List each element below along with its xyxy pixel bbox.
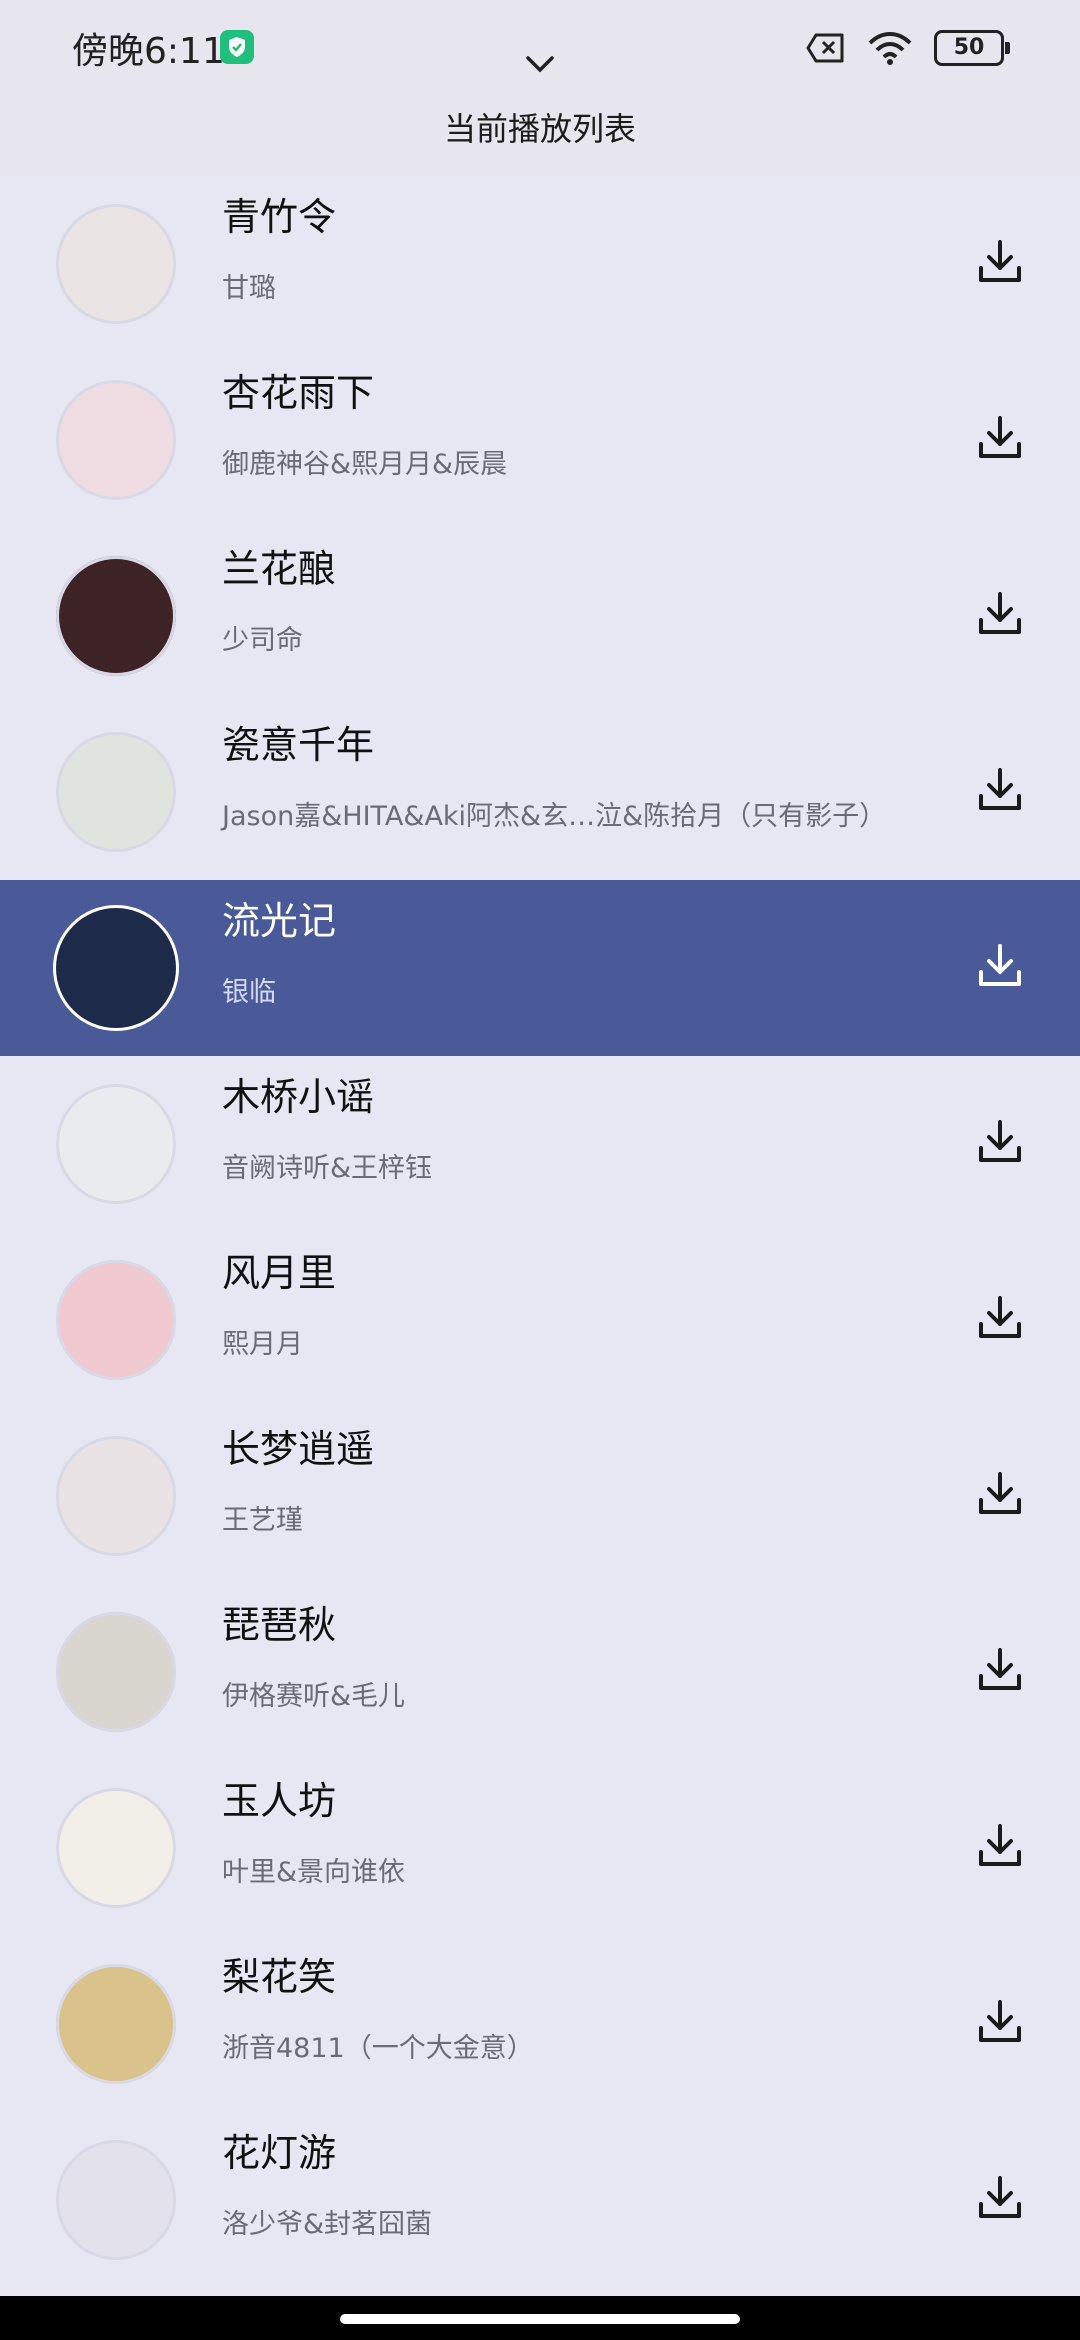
song-artist: 少司命 <box>222 625 303 656</box>
song-row[interactable]: 瓷意千年 Jason嘉&HITA&Aki阿杰&玄…泣&陈拾月（只有影子） <box>0 704 1080 880</box>
song-title: 流光记 <box>222 899 337 943</box>
download-icon[interactable] <box>976 590 1024 638</box>
album-cover <box>56 1260 176 1380</box>
album-cover <box>56 1788 176 1908</box>
song-row[interactable]: 杏花雨下御鹿神谷&熙月月&辰晨 <box>0 352 1080 528</box>
song-title: 玉人坊 <box>222 1779 337 1823</box>
song-artist: 叶里&景向谁依 <box>222 1857 406 1888</box>
sim-off-icon <box>806 33 844 63</box>
song-row[interactable]: 兰花酿 少司命 <box>0 528 1080 704</box>
download-icon[interactable] <box>976 942 1024 990</box>
song-title: 花灯游 <box>222 2131 337 2175</box>
song-row[interactable]: 木桥小谣音阙诗听&王梓钰 <box>0 1056 1080 1232</box>
song-row[interactable]: 风月里 熙月月 <box>0 1232 1080 1408</box>
song-title: 兰花酿 <box>222 547 337 591</box>
song-artist: 甘璐 <box>222 273 276 304</box>
album-cover <box>56 908 176 1028</box>
song-artist: 王艺瑾 <box>222 1505 303 1536</box>
song-row[interactable]: 花灯游洛少爷&封茗囧菌 <box>0 2112 1080 2288</box>
status-time: 傍晚6:11 <box>72 31 225 72</box>
song-artist: Jason嘉&HITA&Aki阿杰&玄…泣&陈拾月（只有影子） <box>222 801 887 832</box>
page-title: 当前播放列表 <box>443 110 636 148</box>
song-list: 青竹令甘璐杏花雨下御鹿神谷&熙月月&辰晨兰花酿少司命瓷意千年 Jason嘉&HIT… <box>0 176 1080 2288</box>
song-title: 长梦逍遥 <box>222 1427 375 1471</box>
download-icon[interactable] <box>976 1822 1024 1870</box>
download-icon[interactable] <box>976 1998 1024 2046</box>
album-cover <box>56 380 176 500</box>
album-cover <box>56 1084 176 1204</box>
download-icon[interactable] <box>976 766 1024 814</box>
song-row[interactable]: 琵琶秋伊格赛听&毛儿 <box>0 1584 1080 1760</box>
navigation-bar <box>0 2296 1080 2340</box>
song-row[interactable]: 青竹令 甘璐 <box>0 176 1080 352</box>
download-icon[interactable] <box>976 1470 1024 1518</box>
song-artist: 御鹿神谷&熙月月&辰晨 <box>222 449 508 480</box>
song-row[interactable]: 流光记 银临 <box>0 880 1080 1056</box>
wifi-icon <box>868 32 912 65</box>
download-icon[interactable] <box>976 2174 1024 2222</box>
home-indicator[interactable] <box>340 2314 740 2324</box>
song-title: 木桥小谣 <box>222 1075 375 1119</box>
download-icon[interactable] <box>976 1118 1024 1166</box>
song-artist: 洛少爷&封茗囧菌 <box>222 2209 433 2240</box>
album-cover <box>56 732 176 852</box>
download-icon[interactable] <box>976 238 1024 286</box>
album-cover <box>56 1612 176 1732</box>
song-row[interactable]: 玉人坊叶里&景向谁依 <box>0 1760 1080 1936</box>
album-cover <box>56 1964 176 2084</box>
status-icons: 50 <box>806 28 1010 68</box>
song-artist: 音阙诗听&王梓钰 <box>222 1153 433 1184</box>
download-icon[interactable] <box>976 1646 1024 1694</box>
song-row[interactable]: 梨花笑浙音4811（一个大金意） <box>0 1936 1080 2112</box>
song-row[interactable]: 长梦逍遥 王艺瑾 <box>0 1408 1080 1584</box>
album-cover <box>56 204 176 324</box>
chevron-down-icon[interactable] <box>522 50 558 78</box>
song-artist: 银临 <box>222 977 276 1008</box>
song-title: 梨花笑 <box>222 1955 337 1999</box>
security-shield-icon <box>220 30 254 64</box>
song-title: 杏花雨下 <box>222 371 375 415</box>
song-title: 青竹令 <box>222 195 337 239</box>
song-artist: 伊格赛听&毛儿 <box>222 1681 406 1712</box>
song-artist: 熙月月 <box>222 1329 303 1360</box>
album-cover <box>56 1436 176 1556</box>
song-artist: 浙音4811（一个大金意） <box>222 2033 534 2064</box>
album-cover <box>56 2140 176 2260</box>
download-icon[interactable] <box>976 1294 1024 1342</box>
download-icon[interactable] <box>976 414 1024 462</box>
song-title: 瓷意千年 <box>222 723 375 767</box>
song-title: 琵琶秋 <box>222 1603 337 1647</box>
song-title: 风月里 <box>222 1251 337 1295</box>
battery-indicator: 50 <box>934 30 1010 66</box>
playlist-header: 当前播放列表 <box>0 56 1080 176</box>
album-cover <box>56 556 176 676</box>
